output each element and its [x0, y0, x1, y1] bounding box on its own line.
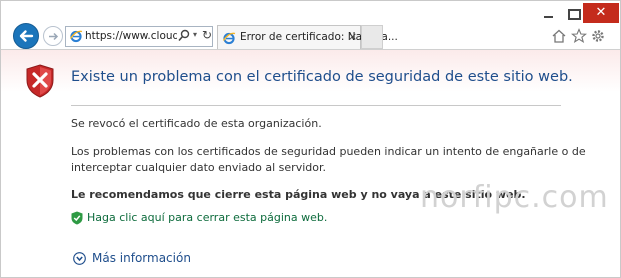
- refresh-icon[interactable]: ↻: [202, 28, 212, 42]
- ie-logo-icon: [69, 30, 83, 43]
- home-icon[interactable]: [551, 28, 567, 44]
- watermark: norfipc.com: [420, 180, 609, 215]
- page-title: Existe un problema con el certificado de…: [71, 69, 573, 85]
- green-shield-icon: [71, 211, 83, 225]
- close-icon: ✕: [595, 5, 607, 20]
- maximize-icon: [568, 9, 581, 20]
- ie-logo-icon: [222, 32, 236, 45]
- tab-certificate-error[interactable]: Error de certificado: Navega... ×: [217, 25, 398, 49]
- back-button[interactable]: [13, 23, 39, 49]
- divider: [71, 105, 561, 106]
- tab-close-icon[interactable]: ×: [348, 30, 357, 43]
- error-shield-icon: [26, 64, 54, 98]
- browser-window: ✕ https://www.cloudfla ▾ ↻ E: [0, 0, 621, 278]
- close-window-button[interactable]: ✕: [583, 3, 619, 23]
- back-arrow-icon: [19, 30, 34, 42]
- minimize-icon: [544, 16, 553, 18]
- address-bar[interactable]: https://www.cloudfla ▾ ↻: [65, 26, 213, 47]
- new-tab-button[interactable]: [361, 25, 383, 49]
- certificate-error-page: Existe un problema con el certificado de…: [1, 49, 620, 277]
- chevron-down-circle-icon: [73, 252, 86, 265]
- gear-icon[interactable]: [590, 28, 606, 44]
- forward-button[interactable]: [43, 26, 63, 46]
- minimize-button[interactable]: [536, 3, 560, 23]
- maximize-button[interactable]: [561, 3, 585, 23]
- explanation-text: Los problemas con los certificados de se…: [71, 145, 586, 174]
- close-page-link[interactable]: Haga clic aquí para cerrar esta página w…: [87, 211, 327, 224]
- revoked-message: Se revocó el certificado de esta organiz…: [71, 117, 322, 130]
- address-url[interactable]: https://www.cloudfla: [85, 30, 177, 42]
- forward-arrow-icon: [49, 32, 59, 41]
- star-icon[interactable]: [571, 28, 587, 44]
- more-info-link[interactable]: Más información: [92, 251, 191, 265]
- search-icon[interactable]: [178, 29, 190, 43]
- chevron-down-icon[interactable]: ▾: [193, 30, 197, 39]
